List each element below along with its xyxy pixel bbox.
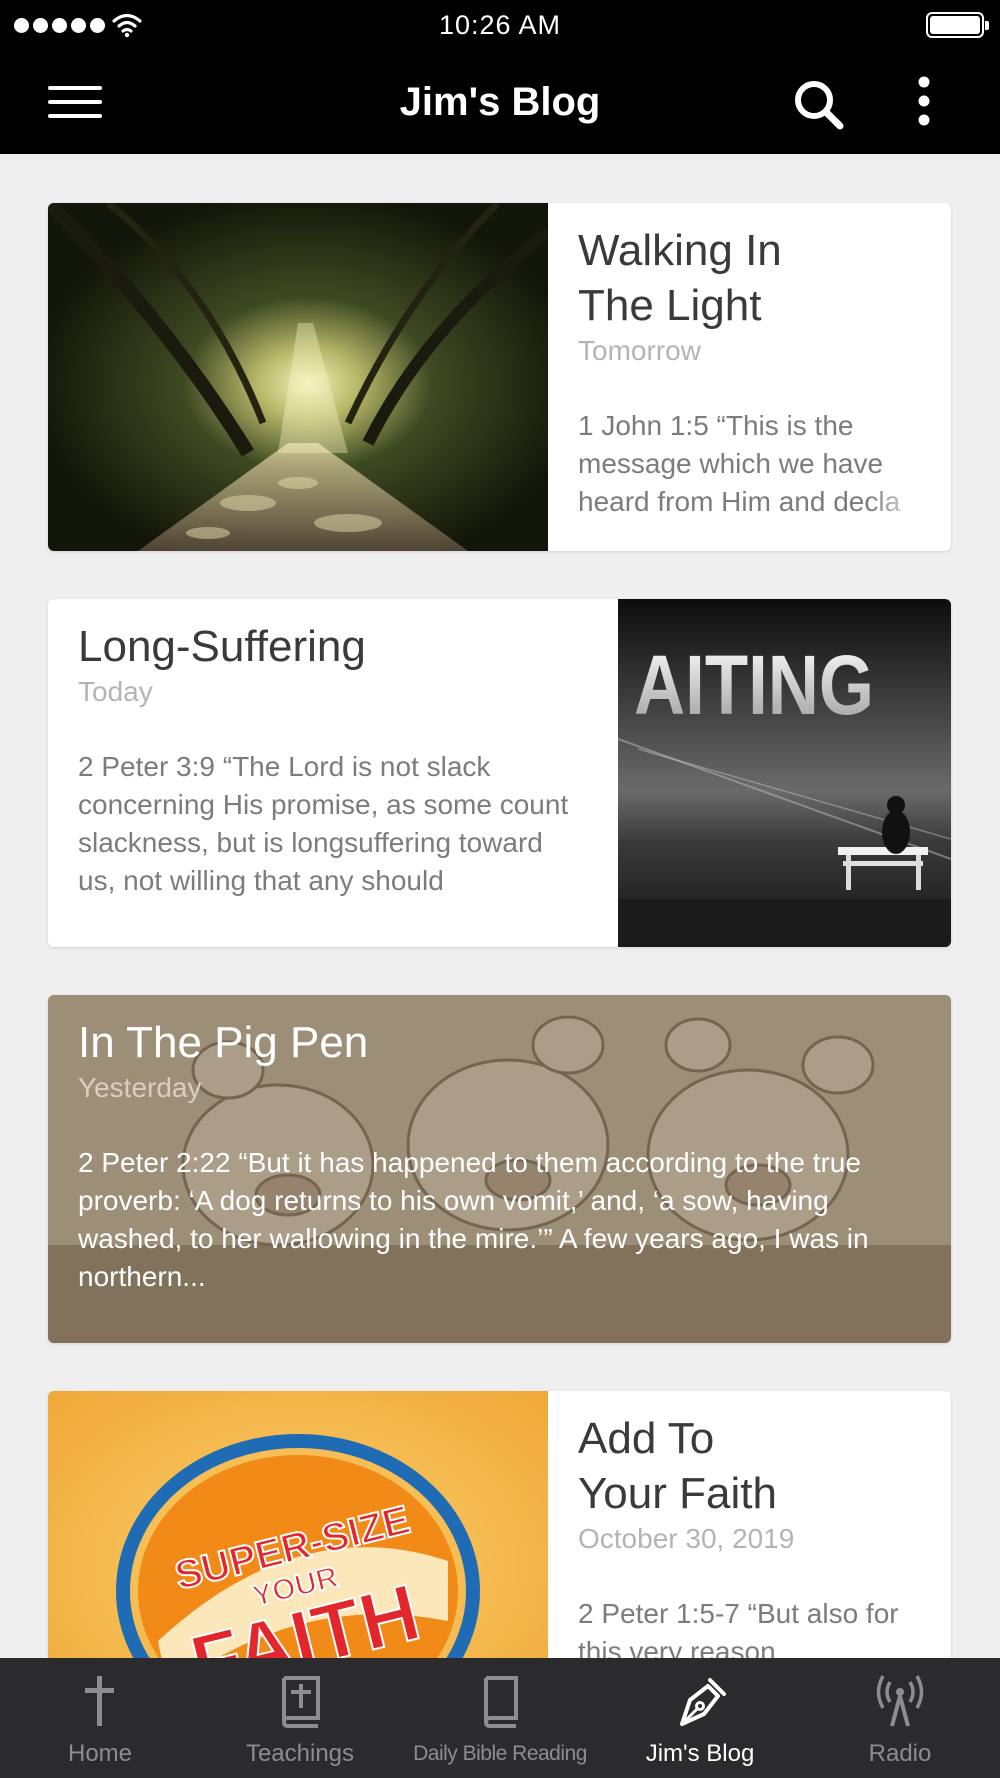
tab-label: Teachings <box>245 1740 355 1767</box>
post-text: Add To Your Faith October 30, 2019 2 Pet… <box>578 1411 928 1658</box>
hamburger-menu-icon[interactable] <box>48 83 104 121</box>
super-size-faith-image: SUPER-SIZE YOUR FAITH <box>48 1391 548 1658</box>
post-title-line: Your Faith <box>578 1469 777 1518</box>
post-excerpt: 2 Peter 2:22 “But it has happened to the… <box>78 1147 869 1292</box>
battery-icon <box>926 12 989 38</box>
blog-post-card[interactable]: In The Pig Pen Yesterday 2 Peter 2:22 “B… <box>48 995 951 1343</box>
bible-plus-icon <box>281 1676 320 1728</box>
post-date: Yesterday <box>78 1072 202 1103</box>
waiting-bench-image: AITING <box>618 599 951 947</box>
post-date: Today <box>78 676 153 707</box>
book-icon <box>483 1676 518 1728</box>
post-title-line: Add To <box>578 1414 715 1463</box>
tab-jims-blog[interactable]: Jim's Blog <box>600 1658 800 1778</box>
more-vertical-icon[interactable] <box>900 74 948 130</box>
post-excerpt: 2 Peter 3:9 “The Lord is not slack conce… <box>78 748 583 900</box>
blog-post-card[interactable]: Walking In The Light Tomorrow 1 John 1:5… <box>48 203 951 551</box>
cross-icon <box>85 1676 114 1726</box>
blog-post-card[interactable]: Long-Suffering Today 2 Peter 3:9 “The Lo… <box>48 599 951 947</box>
app-header: Jim's Blog <box>0 50 1000 154</box>
tab-daily-bible-reading[interactable]: Daily Bible Reading <box>400 1658 600 1778</box>
blog-post-card[interactable]: SUPER-SIZE YOUR FAITH Add To Your Faith … <box>48 1391 951 1658</box>
image-caption-text: AITING <box>634 638 874 732</box>
post-date: October 30, 2019 <box>578 1523 795 1554</box>
post-text: Walking In The Light Tomorrow 1 John 1:5… <box>578 223 928 521</box>
tab-home[interactable]: Home <box>0 1658 200 1778</box>
tab-label: Daily Bible Reading <box>413 1742 587 1765</box>
post-title: Walking In The Light <box>578 223 928 333</box>
tab-label: Jim's Blog <box>645 1740 755 1767</box>
app-screen: 10:26 AM Jim's Blog Walking In The Light… <box>0 0 1000 1778</box>
tab-label: Radio <box>868 1740 932 1767</box>
post-title-line: Walking In <box>578 226 782 275</box>
search-icon[interactable] <box>790 76 846 132</box>
post-title: In The Pig Pen <box>78 1018 369 1067</box>
tab-teachings[interactable]: Teachings <box>200 1658 400 1778</box>
post-title-line: The Light <box>578 281 762 330</box>
status-time: 10:26 AM <box>438 10 562 40</box>
tab-radio[interactable]: Radio <box>800 1658 1000 1778</box>
forest-path-image <box>48 203 548 551</box>
radio-tower-icon <box>876 1675 924 1727</box>
post-excerpt: 2 Peter 1:5-7 “But also for this very re… <box>578 1598 899 1658</box>
post-title: Long-Suffering <box>78 622 366 671</box>
status-bar: 10:26 AM <box>0 0 1000 50</box>
post-text: In The Pig Pen Yesterday 2 Peter 2:22 “B… <box>78 1015 928 1296</box>
post-date: Tomorrow <box>578 335 701 366</box>
post-excerpt: 1 John 1:5 “This is the message which we… <box>578 407 928 521</box>
post-text: Long-Suffering Today 2 Peter 3:9 “The Lo… <box>78 619 583 900</box>
tab-bar: Home Teachings Daily Bible Reading Jim's… <box>0 1658 1000 1778</box>
blog-feed[interactable]: Walking In The Light Tomorrow 1 John 1:5… <box>0 154 1000 1658</box>
tab-label: Home <box>67 1740 133 1767</box>
post-title: Add To Your Faith <box>578 1411 928 1521</box>
page-title: Jim's Blog <box>399 80 601 124</box>
pen-nib-icon <box>680 1678 726 1726</box>
